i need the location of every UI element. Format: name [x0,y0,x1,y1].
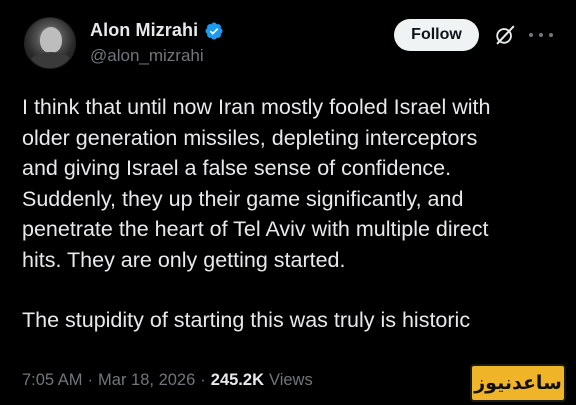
tweet-text-line: and giving Israel a false sense of confi… [22,156,452,180]
avatar-shoulders [29,52,73,68]
tweet-text-line: Suddenly, they up their game significant… [22,186,464,211]
tweet-text-line: penetrate the heart of Tel Aviv with mul… [22,217,489,241]
tweet-meta: 7:05 AM · Mar 18, 2026 · 245.2K Views [22,371,313,390]
watermark-text: ساعدنیوز [474,372,562,394]
tweet-time[interactable]: 7:05 AM [22,371,83,390]
views-count: 245.2K [210,371,264,389]
author-handle[interactable]: @alon_mizrahi [90,46,204,66]
tweet-date[interactable]: Mar 18, 2026 [98,371,195,390]
tweet-text-line: I think that until now Iran mostly foole… [22,95,491,119]
tweet-post: Alon Mizrahi @alon_mizrahi Follow I thin… [0,0,576,405]
more-options-icon[interactable] [529,25,553,45]
avatar[interactable] [24,17,76,69]
grok-icon[interactable] [494,24,516,46]
meta-separator: · [200,371,206,389]
avatar-head [40,27,62,53]
tweet-text-line: The stupidity of starting this was truly… [22,308,471,332]
verified-badge-icon [205,21,223,40]
follow-button[interactable]: Follow [394,19,479,51]
tweet-text-line: older generation missiles, depleting int… [22,125,478,150]
author-display-name[interactable]: Alon Mizrahi [90,20,198,41]
views-label: Views [269,371,313,389]
site-watermark-logo: ساعدنیوز [470,364,566,402]
tweet-text-line: hits. They are only getting started. [22,247,346,272]
meta-separator: · [87,371,94,389]
tweet-text: I think that until now Iran mostly foole… [22,92,562,336]
author-name-row: Alon Mizrahi [90,20,224,41]
